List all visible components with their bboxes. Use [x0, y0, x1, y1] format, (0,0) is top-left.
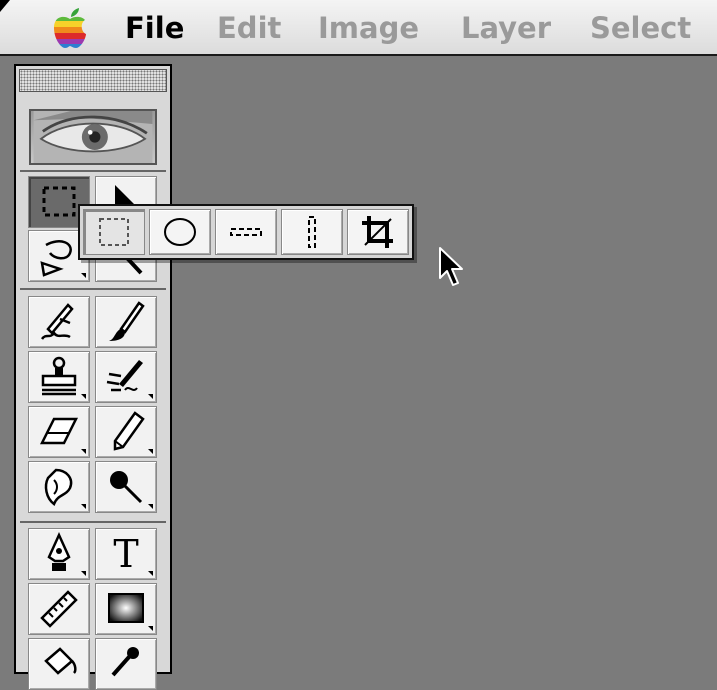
paint-bucket-icon	[44, 647, 77, 675]
rubber-stamp-icon	[41, 356, 77, 396]
tool-palette: T	[14, 64, 172, 690]
menu-file[interactable]: File	[125, 10, 184, 46]
pen-tool[interactable]	[28, 528, 90, 580]
blur-tool[interactable]	[28, 461, 90, 513]
gradient-icon	[108, 593, 144, 623]
palette-separator	[20, 170, 166, 172]
eraser-icon	[39, 417, 79, 445]
pencil-icon	[113, 411, 145, 451]
history-brush-tool[interactable]	[95, 351, 157, 403]
palette-separator	[20, 521, 166, 523]
menu-select[interactable]: Select	[590, 10, 691, 46]
single-column-marquee-icon	[308, 216, 316, 248]
mouse-pointer-icon	[439, 247, 463, 286]
dodge-tool[interactable]	[95, 461, 157, 513]
pen-icon	[47, 531, 71, 571]
paint-bucket-tool[interactable]	[28, 638, 90, 690]
crop-option[interactable]	[347, 209, 409, 255]
crop-icon	[362, 216, 393, 248]
paintbrush-tool[interactable]	[95, 296, 157, 348]
single-row-marquee-icon	[230, 228, 262, 236]
apple-menu-icon[interactable]	[52, 7, 88, 49]
elliptical-marquee-option[interactable]	[149, 209, 211, 255]
paintbrush-icon	[109, 301, 145, 341]
elliptical-marquee-icon	[164, 218, 196, 246]
rectangular-marquee-option[interactable]	[83, 209, 145, 255]
menu-bar: File Edit Image Layer Select	[0, 0, 717, 56]
eraser-tool[interactable]	[28, 406, 90, 458]
palette-drag-bar[interactable]	[19, 69, 167, 92]
lasso-icon	[40, 240, 72, 277]
rectangular-marquee-icon	[42, 186, 76, 217]
airbrush-tool[interactable]	[28, 296, 90, 348]
type-icon: T	[113, 532, 139, 576]
screen-corner	[0, 0, 10, 12]
measure-icon	[40, 590, 78, 628]
menu-layer[interactable]: Layer	[461, 10, 551, 46]
blur-icon	[44, 468, 73, 506]
history-brush-icon	[106, 360, 143, 392]
menu-image[interactable]: Image	[318, 10, 419, 46]
menu-edit[interactable]: Edit	[217, 10, 281, 46]
pencil-tool[interactable]	[95, 406, 157, 458]
palette-logo-eye-icon[interactable]	[29, 109, 157, 165]
palette-separator	[20, 288, 166, 290]
airbrush-icon	[40, 303, 74, 340]
eyedropper-icon	[111, 647, 139, 677]
single-column-marquee-option[interactable]	[281, 209, 343, 255]
rubber-stamp-tool[interactable]	[28, 351, 90, 403]
dodge-icon	[110, 471, 143, 504]
gradient-tool[interactable]	[95, 583, 157, 635]
single-row-marquee-option[interactable]	[215, 209, 277, 255]
measure-tool[interactable]	[28, 583, 90, 635]
marquee-flyout-menu	[78, 204, 414, 260]
type-tool[interactable]: T	[95, 528, 157, 580]
eyedropper-tool[interactable]	[95, 638, 157, 690]
rectangular-marquee-icon	[99, 218, 129, 246]
